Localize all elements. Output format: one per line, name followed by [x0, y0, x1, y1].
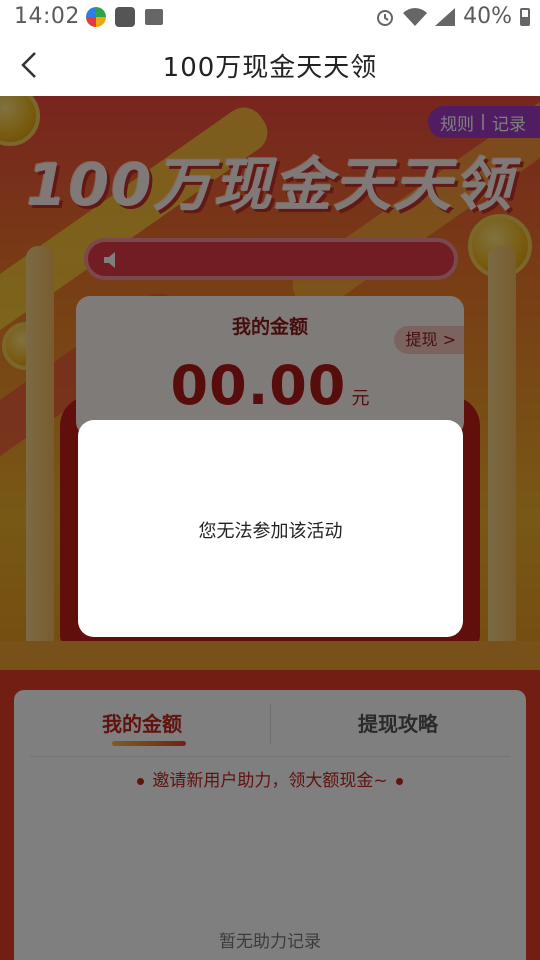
- battery-icon: [520, 7, 530, 26]
- status-time: 14:02: [14, 4, 80, 29]
- wifi-icon: [403, 7, 428, 26]
- nav-bar: 100万现金天天领: [0, 34, 540, 96]
- alert-dialog: 您无法参加该活动: [78, 420, 463, 637]
- status-bar: 14:02 40%: [0, 0, 540, 34]
- battery-percent: 40%: [463, 4, 512, 29]
- video-app-icon: [115, 7, 135, 27]
- image-icon: [145, 9, 163, 25]
- cell-signal-icon: [435, 7, 456, 26]
- alarm-icon: [377, 9, 394, 26]
- app-notification-icon: [86, 7, 106, 27]
- page-title: 100万现金天天领: [162, 53, 378, 83]
- dialog-message: 您无法参加该活动: [198, 521, 343, 542]
